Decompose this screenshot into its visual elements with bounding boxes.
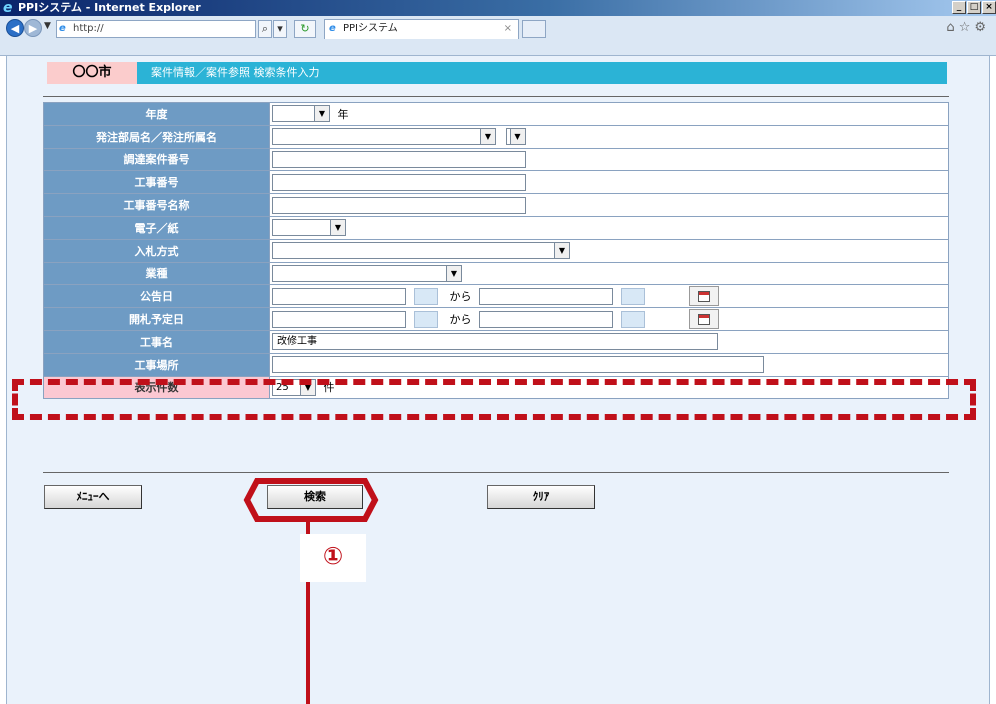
chevron-down-icon: ▼ — [554, 243, 569, 259]
label-work-name: 工事名 — [43, 329, 270, 354]
close-button[interactable]: × — [982, 1, 996, 14]
bid-method-select[interactable]: ▼ — [272, 242, 570, 260]
row-work-number-name: 工事番号名称 — [43, 193, 949, 217]
tab-title: PPIシステム — [343, 23, 398, 34]
label-bid-method: 入札方式 — [43, 238, 270, 263]
opening-calendar-button[interactable] — [688, 309, 719, 330]
window-title: PPIシステム - Internet Explorer — [18, 1, 201, 14]
work-number-name-input[interactable] — [272, 196, 526, 214]
row-electronic-paper: 電子／紙 ▼ — [43, 215, 949, 240]
chevron-down-icon: ▼ — [509, 129, 525, 145]
industry-select[interactable]: ▼ — [272, 264, 462, 282]
forward-arrow-icon[interactable]: ▶ — [24, 19, 42, 37]
search-conditions-table: 年度 ▼ 年 発注部局名／発注所属名 ▼ ▼ 調達案件番号 工事番号 工事番号名… — [43, 102, 949, 400]
history-dropdown-icon[interactable]: ▼ — [44, 21, 51, 31]
clear-button[interactable]: ｸﾘｱ — [487, 485, 595, 509]
browser-toolbar: ◀ ▶ ▼ e http:// ⌕ ▾ ↻ e PPIシステム × ⌂☆⚙ — [0, 16, 996, 56]
maximize-button[interactable]: □ — [967, 1, 981, 14]
row-bid-method: 入札方式 ▼ — [43, 238, 949, 263]
row-work-name: 工事名 改修工事 — [43, 329, 949, 354]
minimize-button[interactable]: _ — [952, 1, 966, 14]
opening-date-between: から — [449, 313, 472, 327]
chevron-down-icon: ▼ — [446, 265, 461, 281]
announcement-date-between: から — [449, 290, 472, 304]
address-url: http:// — [73, 23, 104, 34]
announcement-date-from-input[interactable] — [272, 287, 406, 305]
announcement-date-to-picker[interactable] — [621, 287, 645, 305]
calendar-icon — [697, 313, 710, 325]
divider-top — [43, 96, 949, 97]
row-fiscal-year: 年度 ▼ 年 — [43, 102, 949, 126]
display-count-select[interactable]: 25 ▼ — [272, 378, 316, 396]
breadcrumb: 案件情報／案件参照 検索条件入力 — [151, 66, 320, 79]
search-icon[interactable]: ⌕ — [258, 20, 272, 38]
step-marker: ① — [300, 534, 366, 582]
internet-explorer-icon: e — [3, 0, 13, 16]
department-select[interactable]: ▼ — [272, 128, 496, 146]
gear-icon[interactable]: ⚙ — [974, 20, 990, 35]
chevron-down-icon: ▼ — [330, 220, 345, 236]
toolbar-right-icons: ⌂☆⚙ — [946, 20, 990, 35]
row-work-number: 工事番号 — [43, 170, 949, 195]
label-procurement-number: 調達案件番号 — [43, 147, 270, 172]
display-count-suffix: 件 — [323, 381, 335, 395]
label-fiscal-year: 年度 — [43, 102, 270, 126]
page-icon: e — [59, 23, 66, 34]
label-display-count: 表示件数 — [43, 375, 270, 400]
page-header: 〇〇市 案件情報／案件参照 検索条件入力 — [47, 62, 947, 84]
fiscal-year-suffix: 年 — [337, 107, 349, 121]
back-arrow-icon[interactable]: ◀ — [6, 19, 24, 37]
row-announcement-date: 公告日 から — [43, 284, 949, 309]
home-icon[interactable]: ⌂ — [946, 20, 958, 35]
search-button[interactable]: 検索 — [267, 485, 363, 509]
office-select[interactable]: ▼ — [505, 128, 526, 146]
chevron-down-icon: ▼ — [314, 106, 329, 122]
row-opening-date: 開札予定日 から — [43, 307, 949, 331]
fiscal-year-select[interactable]: ▼ — [272, 105, 330, 123]
favorites-star-icon[interactable]: ☆ — [959, 20, 975, 35]
label-opening-date: 開札予定日 — [43, 307, 270, 331]
announcement-date-to-input[interactable] — [479, 287, 613, 305]
chevron-down-icon: ▼ — [300, 379, 315, 395]
new-tab-button[interactable] — [522, 20, 546, 38]
city-label: 〇〇市 — [47, 62, 137, 84]
work-number-input[interactable] — [272, 173, 526, 191]
label-work-number-name: 工事番号名称 — [43, 193, 270, 217]
window-titlebar: e PPIシステム - Internet Explorer _ □ × — [0, 0, 996, 16]
tab-close-icon[interactable]: × — [504, 20, 512, 38]
window-controls: _ □ × — [951, 1, 996, 14]
opening-date-from-input[interactable] — [272, 310, 406, 328]
announcement-date-from-picker[interactable] — [414, 287, 438, 305]
divider-bottom — [43, 472, 949, 473]
label-announcement-date: 公告日 — [43, 284, 270, 309]
address-dropdown-icon[interactable]: ▾ — [273, 20, 287, 38]
label-work-number: 工事番号 — [43, 170, 270, 195]
row-display-count: 表示件数 25 ▼ 件 — [43, 375, 949, 400]
work-name-input[interactable]: 改修工事 — [272, 333, 718, 351]
opening-date-to-input[interactable] — [479, 310, 613, 328]
row-industry: 業種 ▼ — [43, 261, 949, 286]
row-procurement-number: 調達案件番号 — [43, 147, 949, 172]
menu-button[interactable]: ﾒﾆｭｰへ — [44, 485, 142, 509]
label-electronic-paper: 電子／紙 — [43, 215, 270, 240]
work-location-input[interactable] — [272, 356, 764, 374]
chevron-down-icon: ▼ — [480, 129, 495, 145]
opening-date-from-picker[interactable] — [414, 310, 438, 328]
label-work-location: 工事場所 — [43, 352, 270, 377]
electronic-paper-select[interactable]: ▼ — [272, 219, 346, 237]
procurement-number-input[interactable] — [272, 150, 526, 168]
announcement-calendar-button[interactable] — [688, 286, 719, 307]
address-bar[interactable]: e http:// — [56, 20, 256, 38]
row-work-location: 工事場所 — [43, 352, 949, 377]
page-content: 〇〇市 案件情報／案件参照 検索条件入力 年度 ▼ 年 発注部局名／発注所属名 … — [6, 56, 990, 704]
row-department: 発注部局名／発注所属名 ▼ ▼ — [43, 124, 949, 149]
label-industry: 業種 — [43, 261, 270, 286]
opening-date-to-picker[interactable] — [621, 310, 645, 328]
refresh-icon[interactable]: ↻ — [294, 20, 316, 38]
browser-tab[interactable]: e PPIシステム × — [324, 19, 519, 39]
tab-page-icon: e — [329, 23, 336, 34]
label-department: 発注部局名／発注所属名 — [43, 124, 270, 149]
display-count-value: 25 — [276, 381, 289, 393]
calendar-icon — [697, 290, 710, 302]
